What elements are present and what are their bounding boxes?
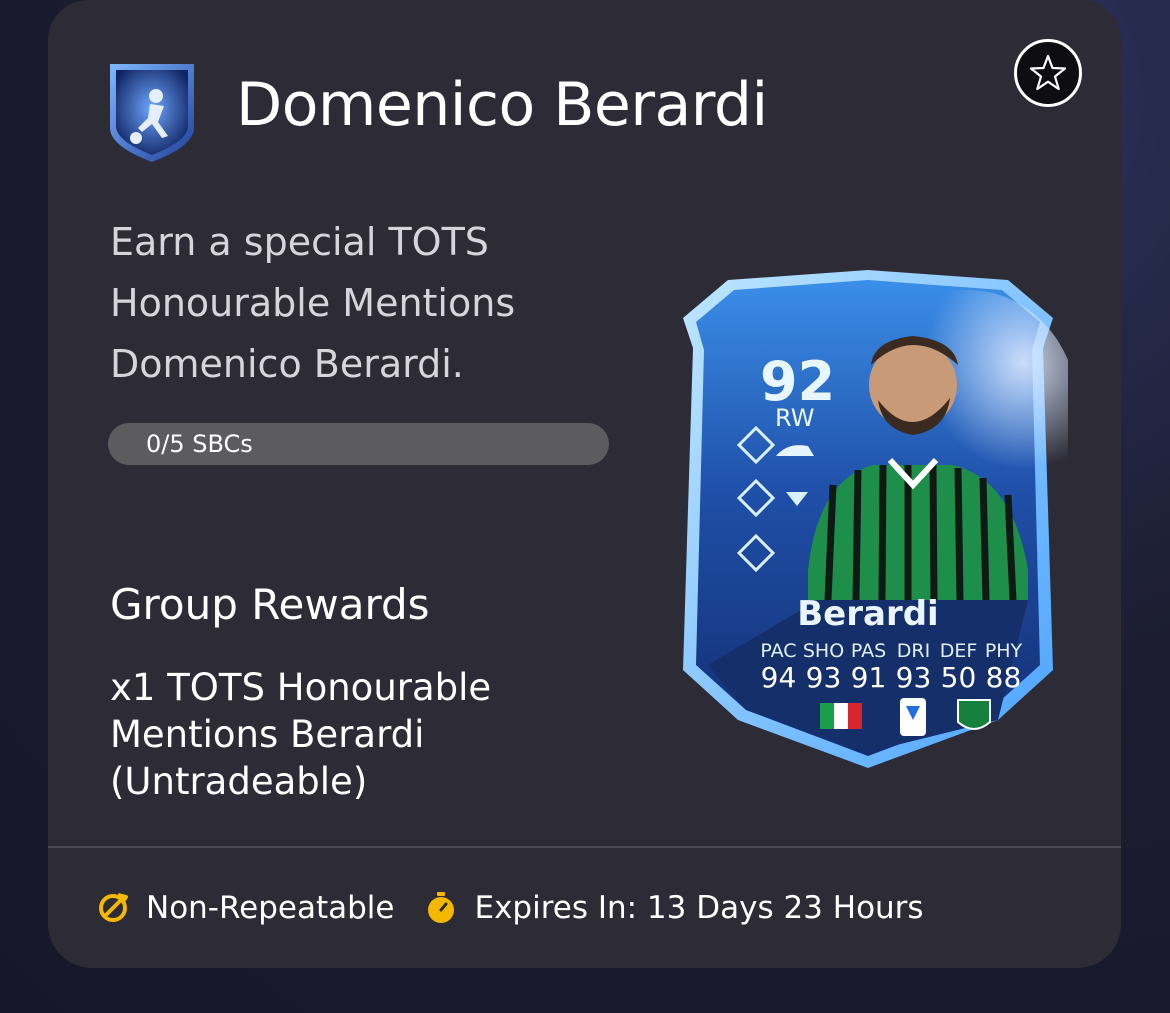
sbc-footer: Non-Repeatable Expires In: 13 Days 23 Ho… (96, 886, 954, 930)
stat-dri: DRI 93 (891, 640, 936, 694)
expiry-info: Expires In: 13 Days 23 Hours (424, 890, 924, 926)
stat-pas: PAS 91 (846, 640, 891, 694)
stat-pac: PAC 94 (756, 640, 801, 694)
favorite-button[interactable] (1014, 39, 1082, 107)
group-rewards-title: Group Rewards (110, 580, 430, 629)
player-card[interactable]: 92 RW Berardi PAC 94 SHO 93 PAS 91 DRI 9… (668, 270, 1068, 770)
stat-label: DRI (896, 640, 931, 662)
stat-label: PAC (760, 640, 797, 662)
stat-value: 93 (895, 661, 932, 694)
repeatability-label: Non-Repeatable (146, 890, 395, 926)
stat-value: 93 (805, 661, 842, 694)
page-title: Domenico Berardi (236, 70, 768, 140)
stopwatch-icon (428, 892, 455, 923)
player-card-frame (683, 270, 1068, 768)
stat-value: 50 (940, 661, 977, 694)
player-position: RW (775, 404, 815, 432)
stat-label: PHY (984, 640, 1023, 662)
sbc-card[interactable]: Domenico Berardi Earn a special TOTS Hon… (48, 0, 1121, 968)
star-icon (1029, 54, 1067, 91)
stat-label: SHO (802, 640, 845, 662)
sbc-description: Earn a special TOTS Honourable Mentions … (110, 220, 516, 386)
player-stats: PAC 94 SHO 93 PAS 91 DRI 93 DEF 50 PHY 8… (756, 640, 1026, 694)
non-repeatable-icon (99, 893, 128, 922)
reward-item: x1 TOTS Honourable Mentions Berardi (Unt… (110, 666, 492, 803)
stat-phy: PHY 88 (981, 640, 1026, 694)
stat-sho: SHO 93 (801, 640, 846, 694)
progress-label: 0/5 SBCs (146, 430, 253, 458)
progress-bar: 0/5 SBCs (108, 423, 609, 465)
stat-label: DEF (939, 640, 978, 662)
repeatability-info: Non-Repeatable (96, 890, 394, 926)
stat-label: PAS (850, 640, 887, 662)
divider (48, 846, 1121, 848)
stat-value: 94 (760, 661, 797, 694)
player-name: Berardi (797, 594, 939, 634)
tots-shield-badge-icon (110, 64, 194, 162)
stat-value: 91 (850, 661, 887, 694)
stat-def: DEF 50 (936, 640, 981, 694)
stat-value: 88 (985, 661, 1022, 694)
expiry-label: Expires In: 13 Days 23 Hours (474, 890, 924, 926)
